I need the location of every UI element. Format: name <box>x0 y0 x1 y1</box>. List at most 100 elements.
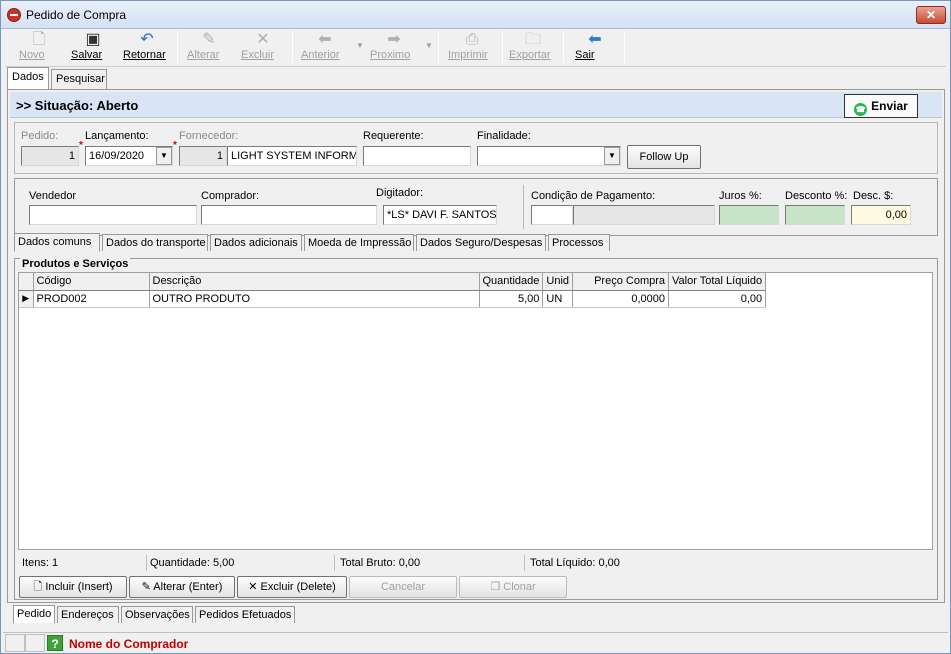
lancamento-label: Lançamento: <box>85 130 149 142</box>
table-row[interactable]: ▶ PROD002 OUTRO PRODUTO 5,00 UN 0,0000 0… <box>19 290 767 308</box>
sair-button[interactable]: ⬅ Sair <box>575 29 615 65</box>
desc-valor-label: Desc. $: <box>853 190 894 202</box>
requerente-field[interactable] <box>363 146 471 166</box>
toolbar-separator <box>624 31 625 63</box>
subtab-moeda[interactable]: Moeda de Impressão <box>304 234 414 251</box>
arrow-right-icon: ➡ <box>387 31 401 48</box>
printer-icon: ⎙ <box>465 31 479 48</box>
summary-bar: Itens: 1 Quantidade: 5,00 Total Bruto: 0… <box>18 555 933 571</box>
col-preco[interactable]: Preço Compra <box>572 273 670 291</box>
app-icon <box>7 8 21 22</box>
summary-divider <box>146 555 147 571</box>
desc-valor-field[interactable]: 0,00 <box>851 205 911 225</box>
current-row-icon: ▶ <box>19 290 34 308</box>
delete-item-icon: ✕ <box>248 581 258 593</box>
tab-pedido[interactable]: Pedido <box>13 605 55 624</box>
vendedor-label: Vendedor <box>29 190 77 202</box>
pedido-field: 1 <box>21 146 79 166</box>
toolbar: 🗋 Novo ▣ Salvar ↶ Retornar ✎ Alterar ✕ E… <box>5 29 946 67</box>
finalidade-label: Finalidade: <box>477 130 531 142</box>
window-title: Pedido de Compra <box>26 8 127 22</box>
juros-field[interactable] <box>719 205 779 225</box>
subtab-adicionais[interactable]: Dados adicionais <box>210 234 302 251</box>
close-button[interactable]: ✕ <box>916 6 946 24</box>
new-document-icon: 🗋 <box>32 31 46 48</box>
cell-quantidade: 5,00 <box>479 290 544 308</box>
subtab-seguro[interactable]: Dados Seguro/Despesas <box>416 234 546 251</box>
cell-descricao: OUTRO PRODUTO <box>149 290 480 308</box>
finalidade-select[interactable] <box>477 146 621 166</box>
digitador-field: *LS* DAVI F. SANTOS <box>383 205 497 225</box>
alterar-item-button[interactable]: ✎ Alterar (Enter) <box>129 576 235 598</box>
requerente-label: Requerente: <box>363 130 424 142</box>
tab-enderecos[interactable]: Endereços <box>57 606 119 623</box>
whatsapp-icon: ☎ <box>854 103 868 116</box>
proximo-button[interactable]: ➡ Proximo <box>370 29 418 65</box>
col-descricao[interactable]: Descrição <box>149 273 480 291</box>
imprimir-button[interactable]: ⎙ Imprimir <box>448 29 496 65</box>
col-quantidade[interactable]: Quantidade <box>479 273 544 291</box>
clone-icon: ❐ <box>490 581 501 593</box>
retornar-button[interactable]: ↶ Retornar <box>123 29 171 65</box>
required-star-icon: * <box>79 140 83 151</box>
cancelar-button[interactable]: Cancelar <box>349 576 457 598</box>
situacao-bar: >> Situação: Aberto ☎ Enviar <box>10 92 942 118</box>
subtab-processos[interactable]: Processos <box>548 234 610 251</box>
table-header-row: Código Descrição Quantidade Unid Preço C… <box>19 273 767 291</box>
anterior-dropdown-icon[interactable]: ▼ <box>356 41 364 50</box>
col-unid[interactable]: Unid <box>542 273 574 291</box>
edit-item-icon: ✎ <box>141 581 151 593</box>
export-folder-icon: 🗀 <box>524 31 541 48</box>
desconto-field[interactable] <box>785 205 845 225</box>
exportar-button[interactable]: 🗀 Exportar <box>509 29 557 65</box>
digitador-label: Digitador: <box>376 187 424 199</box>
save-disk-icon: ▣ <box>85 31 101 48</box>
fornecedor-name-field[interactable]: LIGHT SYSTEM INFORMA <box>227 146 357 166</box>
subtab-transporte[interactable]: Dados do transporte <box>102 234 208 251</box>
itens-count: Itens: 1 <box>22 557 59 569</box>
comprador-field[interactable] <box>201 205 377 225</box>
finalidade-dropdown-icon[interactable]: ▼ <box>604 147 620 165</box>
tab-pesquisar[interactable]: Pesquisar <box>51 69 107 89</box>
details-group: Vendedor Comprador: Digitador: *LS* DAVI… <box>14 178 938 236</box>
col-codigo[interactable]: Código <box>33 273 150 291</box>
alterar-button[interactable]: ✎ Alterar <box>187 29 231 65</box>
col-total[interactable]: Valor Total Líquido <box>668 273 767 291</box>
summary-divider <box>524 555 525 571</box>
follow-up-button[interactable]: Follow Up <box>627 145 701 169</box>
subtab-dados-comuns[interactable]: Dados comuns <box>14 233 100 252</box>
toolbar-separator <box>292 31 293 63</box>
header-group: Pedido: 1 * Lançamento: 16/09/2020 ▼ * F… <box>14 122 938 174</box>
anterior-button[interactable]: ⬅ Anterior <box>301 29 349 65</box>
enviar-button[interactable]: ☎ Enviar <box>844 94 918 118</box>
condicao-code-field[interactable] <box>531 205 573 225</box>
pedido-label: Pedido: <box>21 130 59 142</box>
delete-x-icon: ✕ <box>256 31 270 48</box>
comprador-label: Comprador: <box>201 190 260 202</box>
excluir-item-button[interactable]: ✕ Excluir (Delete) <box>237 576 347 598</box>
toolbar-separator <box>563 31 564 63</box>
toolbar-separator <box>438 31 439 63</box>
tab-dados[interactable]: Dados <box>7 67 49 89</box>
incluir-button[interactable]: 🗋 Incluir (Insert) <box>19 576 127 598</box>
undo-arrow-icon: ↶ <box>140 31 154 48</box>
date-picker-button[interactable]: ▼ <box>156 147 172 165</box>
tab-pedidos-efetuados[interactable]: Pedidos Efetuados <box>195 606 295 623</box>
excluir-button[interactable]: ✕ Excluir <box>241 29 285 65</box>
summary-divider <box>334 555 335 571</box>
required-star-icon: * <box>173 140 177 151</box>
cell-codigo: PROD002 <box>33 290 150 308</box>
toolbar-separator <box>502 31 503 63</box>
cell-preco: 0,0000 <box>572 290 670 308</box>
salvar-button[interactable]: ▣ Salvar <box>71 29 115 65</box>
novo-button[interactable]: 🗋 Novo <box>19 29 59 65</box>
status-cell <box>25 634 45 652</box>
products-table: Código Descrição Quantidade Unid Preço C… <box>19 273 767 308</box>
vendedor-field[interactable] <box>29 205 197 225</box>
status-cell <box>5 634 25 652</box>
tab-observacoes[interactable]: Observações <box>121 606 193 623</box>
clonar-button[interactable]: ❐ Clonar <box>459 576 567 598</box>
exit-arrow-icon: ⬅ <box>588 31 602 48</box>
products-grid[interactable]: Código Descrição Quantidade Unid Preço C… <box>18 272 933 550</box>
proximo-dropdown-icon[interactable]: ▼ <box>425 41 433 50</box>
